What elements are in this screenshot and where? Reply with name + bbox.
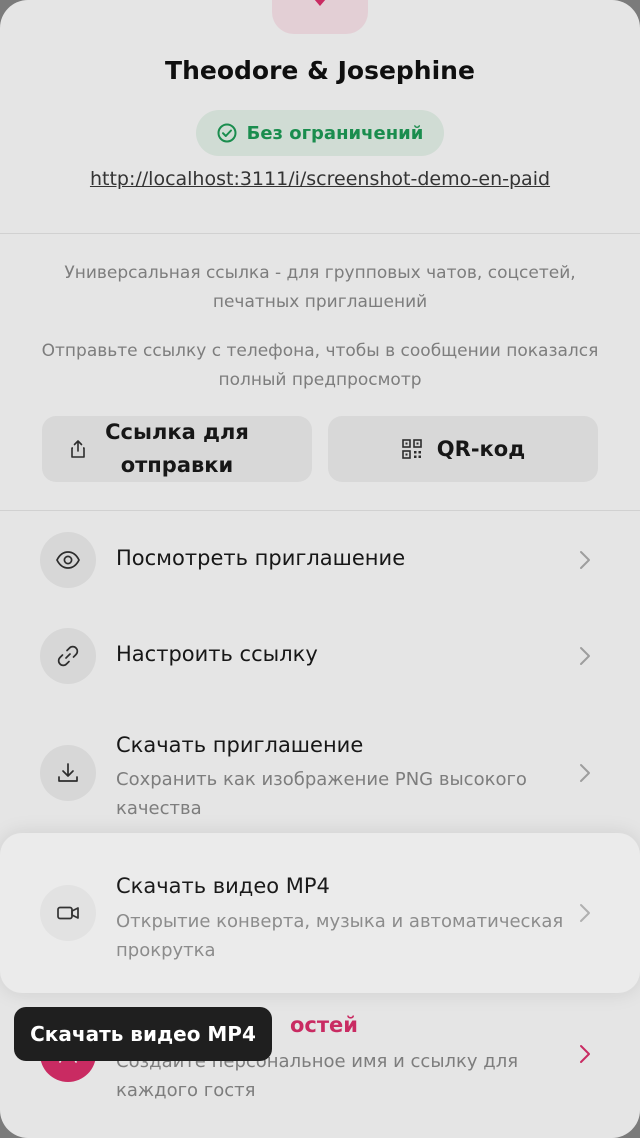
tooltip: Скачать видео MP4 (14, 1007, 272, 1061)
menu-item-description: Открытие конверта, музыка и автоматическ… (116, 911, 564, 961)
menu-item-label: Скачать видео MP4 (116, 874, 330, 898)
video-icon-circle (40, 885, 96, 941)
video-camera-icon (57, 906, 79, 920)
chevron-right-icon (580, 904, 590, 922)
menu-item-download-video[interactable]: Скачать видео MP4 Открытие конверта, муз… (0, 833, 640, 993)
tooltip-label: Скачать видео MP4 (30, 1022, 256, 1046)
